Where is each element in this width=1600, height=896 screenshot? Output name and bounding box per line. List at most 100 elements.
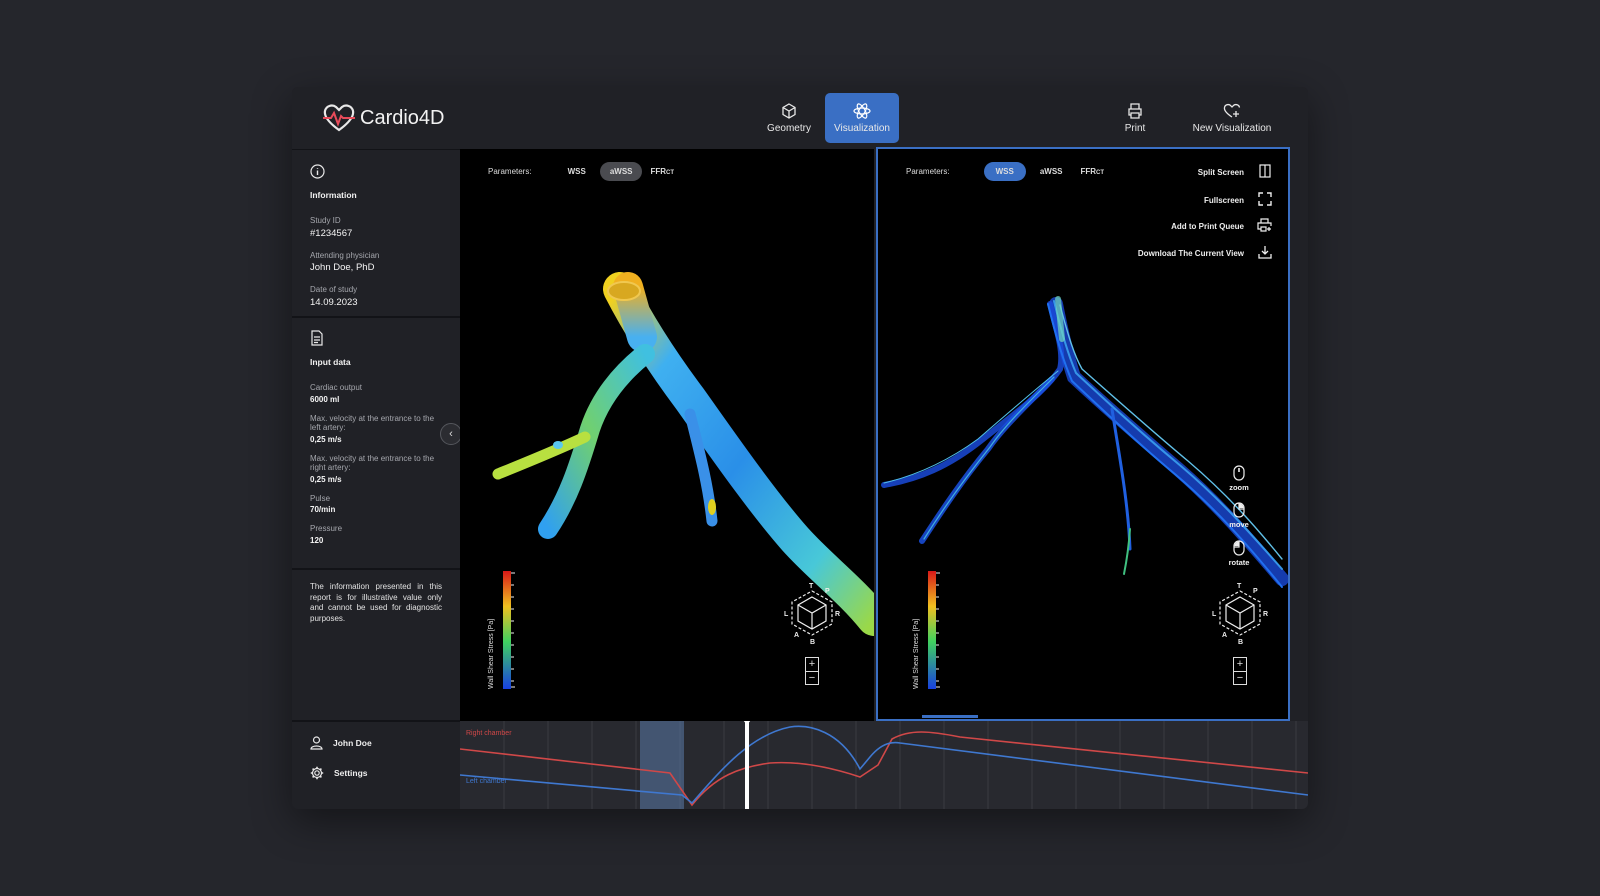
zoom-out-button[interactable]: − <box>1234 672 1246 685</box>
cube-p: P <box>825 588 830 595</box>
info-field: Attending physician John Doe, PhD <box>310 251 442 274</box>
right-chamber-curve <box>460 731 1308 807</box>
rotate-mouse-hint: rotate <box>1224 540 1254 567</box>
info-field: Study ID #1234567 <box>310 216 442 239</box>
zoom-control: + − <box>1233 657 1247 685</box>
app-name: Cardio4D <box>360 106 445 129</box>
pulse-label: Pulse <box>310 493 331 503</box>
print-button[interactable]: Print <box>1112 93 1158 143</box>
zoom-in-button[interactable]: + <box>806 658 818 672</box>
timeline-playhead[interactable] <box>745 721 749 809</box>
printer-icon <box>1128 102 1142 119</box>
timeline-selection[interactable] <box>640 721 684 809</box>
input-data-title: Input data <box>310 357 351 367</box>
left-velocity-label: Max. velocity at the entrance to the lef… <box>310 413 435 433</box>
nav-geometry[interactable]: Geometry <box>756 93 822 143</box>
input-data-section: Input data Cardiac output 6000 ml Max. v… <box>292 320 460 570</box>
header: Cardio4D Geometry Visualization Print Ne… <box>292 87 1308 149</box>
right-velocity-label: Max. velocity at the entrance to the rig… <box>310 453 435 473</box>
cardiac-output-label: Cardiac output <box>310 383 363 392</box>
gear-icon <box>310 766 324 780</box>
orientation-cube-icon[interactable]: T P L R A B <box>1210 583 1270 645</box>
pressure-value: 120 <box>310 535 324 545</box>
viewport-scroll-indicator[interactable] <box>922 715 978 718</box>
cube-r: R <box>1263 611 1268 618</box>
left-viewport[interactable]: Parameters: WSS aWSS FFRCT Wall Shear St… <box>460 149 874 721</box>
left-chamber-text: Left chamber <box>466 778 507 785</box>
new-visualization-label: New Visualization <box>1192 122 1272 134</box>
zoom-hint-label: zoom <box>1229 483 1249 492</box>
heart-pulse-icon <box>323 104 355 132</box>
zoom-control: + − <box>805 657 819 685</box>
new-visualization-button[interactable]: New Visualization <box>1180 93 1284 143</box>
mouse-left-click-icon <box>1233 540 1245 556</box>
user-profile[interactable]: John Doe <box>310 736 372 750</box>
chevron-left-icon: ‹ <box>449 428 453 440</box>
move-hint-label: move <box>1229 520 1249 529</box>
input-field: Pulse 70/min <box>310 494 442 515</box>
cardiac-cycle-timeline[interactable]: Right chamber Left chamber <box>460 721 1308 809</box>
input-field: Max. velocity at the entrance to the rig… <box>310 454 442 484</box>
pulse-value: 70/min <box>310 505 336 514</box>
user-name: John Doe <box>333 738 372 748</box>
zoom-mouse-hint: zoom <box>1224 465 1254 492</box>
colorbar <box>928 571 940 689</box>
app-logo[interactable]: Cardio4D <box>322 103 444 133</box>
app-window: Cardio4D Geometry Visualization Print Ne… <box>292 87 1308 809</box>
sidebar: Information Study ID #1234567 Attending … <box>292 149 460 809</box>
zoom-out-button[interactable]: − <box>806 672 818 685</box>
cardiac-output-value: 6000 ml <box>310 394 340 404</box>
document-icon <box>311 330 323 346</box>
cube-icon <box>782 102 796 119</box>
right-viewport[interactable]: Parameters: WSS aWSS FFRCT Split Screen … <box>876 147 1290 721</box>
disclaimer-section: The information presented in this report… <box>292 572 460 722</box>
physician-label: Attending physician <box>310 250 380 260</box>
cube-a: A <box>1222 632 1227 639</box>
input-field: Pressure 120 <box>310 524 442 545</box>
cube-t: T <box>1237 583 1242 590</box>
nav-visualization[interactable]: Visualization <box>825 93 899 143</box>
cube-l: L <box>1212 611 1217 618</box>
right-chamber-text: Right chamber <box>466 730 512 737</box>
left-velocity-value: 0,25 m/s <box>310 434 342 444</box>
physician-value: John Doe, PhD <box>310 262 375 273</box>
settings-label: Settings <box>334 768 368 778</box>
print-label: Print <box>1124 122 1146 134</box>
rotate-hint-label: rotate <box>1228 558 1250 567</box>
timeline-chart <box>460 721 1308 809</box>
input-field: Cardiac output 6000 ml <box>310 383 442 404</box>
move-mouse-hint: move <box>1224 502 1254 529</box>
study-date-label: Date of study <box>310 285 358 294</box>
colorbar <box>503 571 515 689</box>
cube-p: P <box>1253 588 1258 595</box>
info-field: Date of study 14.09.2023 <box>310 285 442 308</box>
cube-l: L <box>784 611 789 618</box>
pressure-label: Pressure <box>310 524 343 533</box>
left-chamber-curve <box>460 725 1308 805</box>
info-icon <box>310 164 325 179</box>
mouse-right-click-icon <box>1233 502 1245 518</box>
cube-t: T <box>809 583 814 590</box>
collapse-sidebar-button[interactable]: ‹ <box>440 423 462 445</box>
cube-b: B <box>1238 639 1243 645</box>
cube-a: A <box>794 632 799 639</box>
study-date-value: 14.09.2023 <box>310 296 358 308</box>
left-chamber-label: Left chamber <box>466 778 507 785</box>
heart-plus-icon <box>1223 103 1241 118</box>
information-section: Information Study ID #1234567 Attending … <box>292 150 460 318</box>
nav-visualization-label: Visualization <box>834 122 890 134</box>
cube-r: R <box>835 611 840 618</box>
information-title: Information <box>310 190 357 200</box>
nav-geometry-label: Geometry <box>767 122 811 134</box>
user-icon <box>310 736 323 750</box>
colorbar-label: Wall Shear Stress [Pa] <box>488 618 495 689</box>
zoom-in-button[interactable]: + <box>1234 658 1246 672</box>
right-velocity-value: 0,25 m/s <box>310 474 342 484</box>
study-id-value: #1234567 <box>310 227 353 239</box>
atom-icon <box>853 102 871 119</box>
mouse-scroll-icon <box>1233 465 1245 481</box>
cube-b: B <box>810 639 815 645</box>
study-id-label: Study ID <box>310 216 341 225</box>
orientation-cube-icon[interactable]: T P L R A B <box>782 583 842 645</box>
settings-link[interactable]: Settings <box>310 766 368 780</box>
